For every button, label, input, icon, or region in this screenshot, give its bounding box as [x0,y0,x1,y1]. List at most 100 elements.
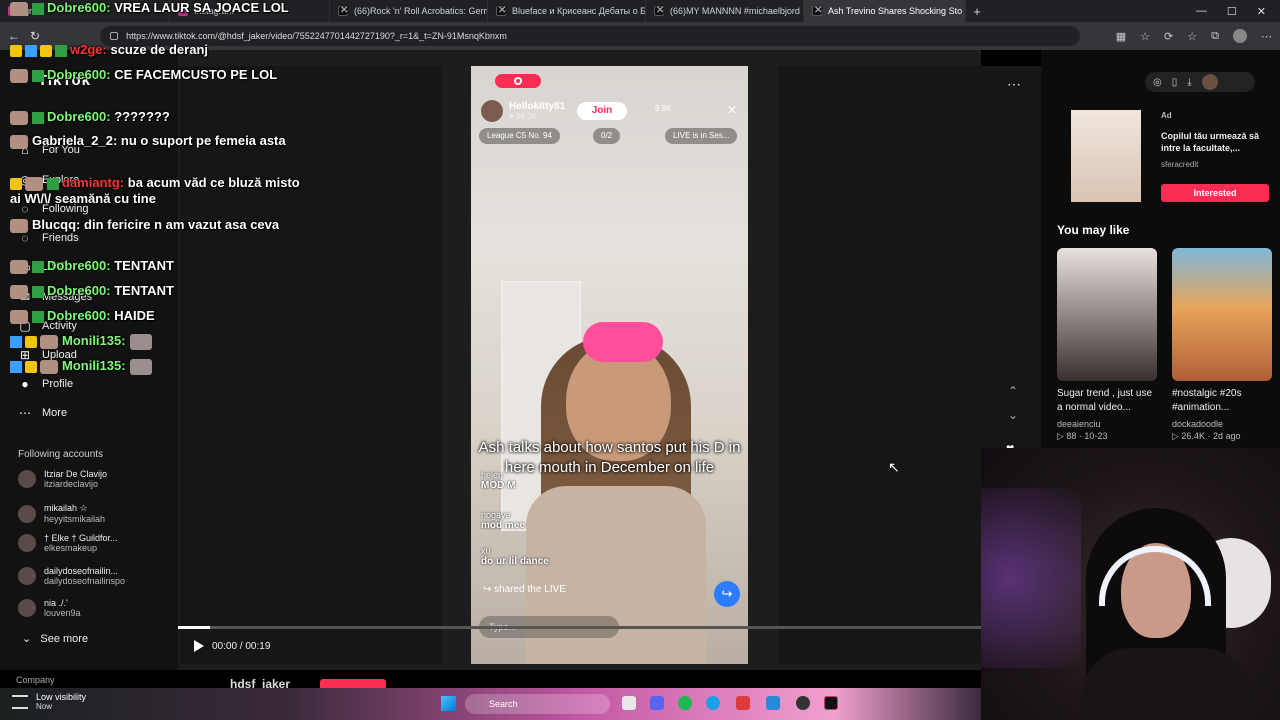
sidebar-item-friends[interactable]: ◌ Friends [18,231,78,245]
live-session-chip[interactable]: LIVE is in Ses... [665,128,738,144]
chat-user: Monili135: [62,333,126,348]
live-host-info[interactable]: Hellokitty81 ♥ 96.2K [481,100,565,122]
discord-icon[interactable] [650,696,664,710]
sidebar-item-profile[interactable]: ● Profile [18,377,73,391]
avatar [18,599,36,617]
chat-text: scuze de deranj [110,42,209,57]
chat-user: Blucqq: [32,217,81,232]
close-icon[interactable]: ✕ [340,5,481,16]
profile-avatar[interactable] [1233,29,1247,43]
badge-icon [10,360,22,373]
recommended-video-card[interactable]: #nostalgic #20s #animation... dockadoodl… [1172,248,1272,442]
more-options-icon[interactable]: ⋯ [1007,76,1021,93]
download-icon[interactable]: ⤓ [1187,77,1191,88]
chat-message: Blucqq: din fericire n am vazut asa ceva [10,217,300,233]
coins-icon[interactable]: ◎ [1153,77,1162,88]
close-icon[interactable]: ✕ [727,103,737,117]
video-player[interactable]: Hellokitty81 ♥ 96.2K Join 9.9K ✕ League C… [471,66,748,664]
streamer-body [1081,648,1251,720]
following-account[interactable]: nia ./.' louven9a [18,598,81,618]
see-more-button[interactable]: ⌄ See more [22,632,88,645]
app-icon[interactable] [766,696,780,710]
arrow-up-icon[interactable]: ⌃ [1008,384,1018,398]
badge-icon [32,111,44,124]
app-icon[interactable] [736,696,750,710]
tab-tiktok-mymannnn[interactable]: (66)MY MANNNN #michaelbjord ✕ [646,0,804,22]
menu-icon[interactable]: ⋯ [1261,30,1272,43]
chat-message: Gabriela_2_2: nu o suport pe femeia asta [10,133,300,149]
interested-button[interactable]: Interested [1161,184,1269,202]
match-chip[interactable]: 0/2 [593,128,621,144]
shared-text: shared the LIVE [494,584,566,595]
extensions-icon[interactable]: ⟳ [1164,30,1173,43]
chat-message: Dobre600: TENTANT [10,258,174,274]
badge-icon [32,260,44,273]
back-icon[interactable]: ← [8,29,20,43]
profile-icon: ● [21,377,29,391]
edge-icon[interactable] [706,696,720,710]
minimize-icon[interactable]: — [1196,5,1207,18]
emote-icon [25,176,43,191]
recommended-video-card[interactable]: Sugar trend , just use a normal video...… [1057,248,1157,442]
badge-icon [32,69,44,82]
spotify-icon[interactable] [678,696,692,710]
tab-ash-trevino[interactable]: Ash Trevino Shares Shocking Sto ✕ [804,0,966,22]
following-account[interactable]: Itziar De Clavijo itziardeclavijo [18,469,107,489]
close-icon[interactable]: ✕ [814,5,959,16]
taskbar-search[interactable]: Search [465,694,610,714]
account-handle: dailydoseofnailinspo [44,576,126,586]
share-icon[interactable]: ↪ [714,581,740,607]
live-record-badge [495,74,541,88]
badge-icon [40,44,52,57]
weather-widget[interactable]: Low visibility Now [12,692,86,711]
obs-icon[interactable] [796,696,810,710]
close-window-icon[interactable]: ✕ [1257,5,1266,18]
chat-text: HAIDE [114,308,155,323]
following-account[interactable]: dailydoseofnailin... dailydoseofnailinspo [18,566,125,586]
maximize-icon[interactable]: ☐ [1227,5,1237,18]
viewer-count: 9.9K [655,104,672,113]
tab-tiktok-blueface[interactable]: Blueface и Крисеанс Дебаты о Бе ✕ [488,0,646,22]
comment-text: mod mee [481,520,525,531]
company-link[interactable]: Company [16,675,55,685]
avatar [481,100,503,122]
crown-badge-icon [25,360,37,373]
arrow-down-icon[interactable]: ⌄ [1008,408,1018,422]
play-icon[interactable] [194,640,204,652]
crown-badge-icon [10,44,22,57]
avatar[interactable] [1201,74,1218,90]
league-chip[interactable]: League C5 No. 94 [479,128,560,144]
following-account[interactable]: mikailah ☆ heyyitsmikailah [18,503,105,524]
more-icon: ⋯ [19,406,31,420]
join-button[interactable]: Join [577,102,627,120]
following-account[interactable]: † Elke † Guildfor... elkesmakeup [18,533,118,553]
chat-user: Dobre600: [47,308,111,323]
favorites-icon[interactable]: ☆ [1187,30,1197,43]
tab-tiktok-rock[interactable]: (66)Rock 'n' Roll Acrobatics: Germ ✕ [330,0,488,22]
video-progress-bar[interactable] [178,626,981,629]
emote-icon [10,1,28,16]
address-bar[interactable]: https://www.tiktok.com/@hdsf_jaker/video… [100,26,1081,46]
star-icon[interactable]: ☆ [1140,30,1150,43]
collections-icon[interactable]: ⧉ [1211,30,1219,43]
tiktok-icon[interactable] [824,696,838,710]
reload-icon[interactable]: ↻ [30,29,40,43]
windows-start-icon[interactable] [441,696,456,711]
ad-thumbnail[interactable] [1071,110,1141,202]
sidebar-item-more[interactable]: ⋯ More [18,406,67,420]
ad-text[interactable]: Copilul tău urmează să intre la facultat… [1161,130,1273,154]
file-explorer-icon[interactable] [622,696,636,710]
emote-icon [40,359,58,374]
device-icon[interactable]: ▯ [1172,77,1178,88]
avatar [18,567,36,585]
apps-icon[interactable]: ▦ [1116,30,1126,43]
comment-user: x0 [481,546,491,556]
close-icon[interactable]: ✕ [656,5,797,16]
close-icon[interactable]: ✕ [498,5,639,16]
new-tab-button[interactable]: + [966,4,988,19]
chat-message: w2ge: scuze de deranj [10,42,208,57]
chat-user: w2ge: [70,42,107,57]
crown-badge-icon [25,335,37,348]
chat-text: din fericire n am vazut asa ceva [84,217,280,232]
account-name: † Elke † Guildfor... [44,533,118,543]
